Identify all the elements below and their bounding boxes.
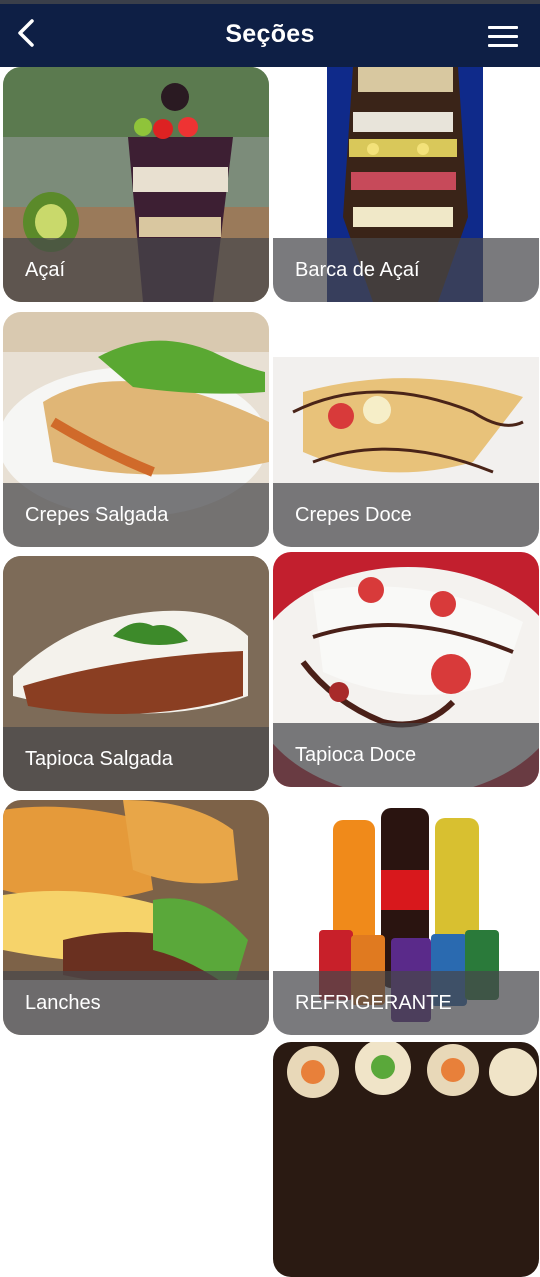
section-label: Barca de Açaí [273,238,539,302]
section-label: Crepes Doce [273,483,539,547]
section-card-lanches[interactable]: Lanches [3,800,269,1035]
app-header: Seções [0,0,540,67]
section-label: Tapioca Doce [273,723,539,787]
section-card-tapioca-doce[interactable]: Tapioca Doce [273,552,539,787]
section-label: Tapioca Salgada [3,727,269,791]
section-label: Crepes Salgada [3,483,269,547]
hamburger-menu-icon [488,26,518,29]
section-card-acai[interactable]: Açaí [3,67,269,302]
section-label: Lanches [3,971,269,1035]
section-label: REFRIGERANTE [273,971,539,1035]
section-card-tapioca-salgada[interactable]: Tapioca Salgada [3,556,269,791]
section-card-barca-de-acai[interactable]: Barca de Açaí [273,67,539,302]
sushi-photo [273,1042,539,1277]
section-card-crepes-doce[interactable]: Crepes Doce [273,312,539,547]
section-card-sushi[interactable] [273,1042,539,1277]
page-title: Seções [225,20,315,48]
menu-button[interactable] [488,26,518,50]
section-card-refrigerante[interactable]: REFRIGERANTE [273,800,539,1035]
section-card-crepes-salgada[interactable]: Crepes Salgada [3,312,269,547]
section-label: Açaí [3,238,269,302]
